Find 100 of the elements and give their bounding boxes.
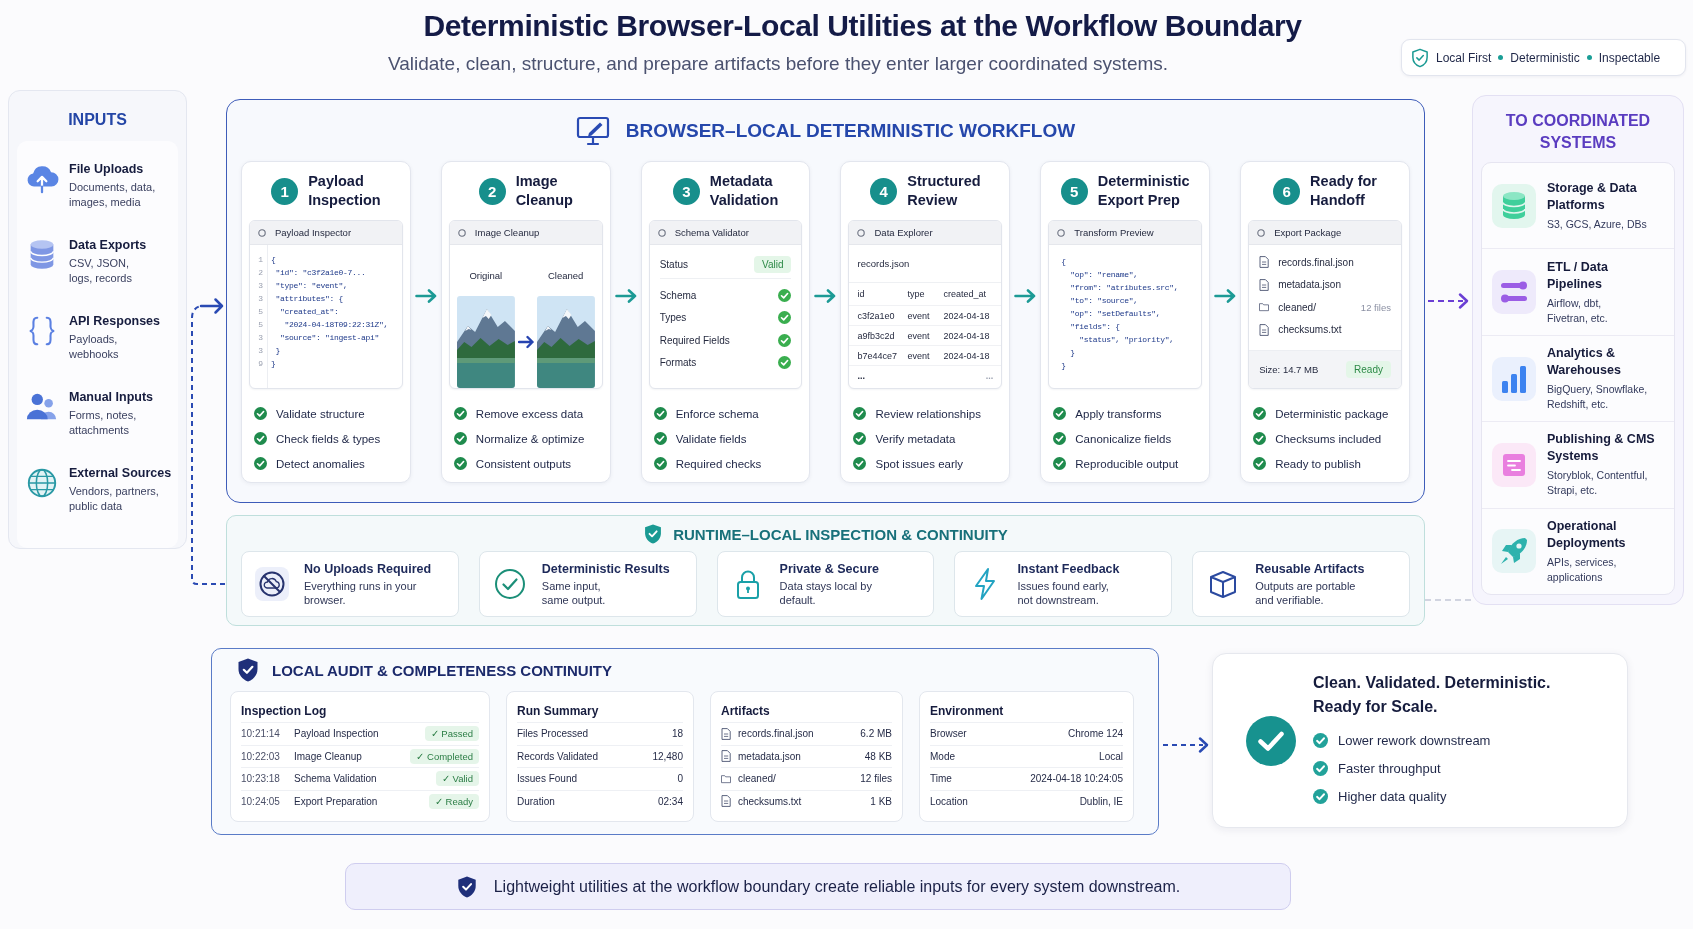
feature-description: Issues found early, not downstream. — [1017, 579, 1110, 607]
feature-title: No Uploads Required — [304, 561, 432, 577]
code-line: "from": "atributes.src", — [1069, 282, 1179, 294]
badge-label: Local First — [1436, 50, 1492, 65]
input-title: File Uploads — [69, 161, 145, 177]
line-number: 9 — [257, 358, 263, 370]
circle-icon — [258, 228, 266, 237]
log-time: 10:22:03 — [241, 750, 281, 762]
column-header: created_at — [943, 289, 986, 299]
dashed-connector — [1425, 599, 1472, 601]
check-icon — [1253, 407, 1267, 420]
circle-icon — [857, 228, 866, 237]
step-title: Structured Review — [907, 172, 981, 210]
step-number: 3 — [672, 177, 700, 205]
metric-value: Dublin, IE — [1079, 795, 1123, 807]
check-item: Checksums included — [1275, 432, 1382, 445]
file-name: records.json — [857, 258, 910, 269]
check-label: Required Fields — [659, 334, 730, 346]
window-title: Schema Validator — [674, 227, 749, 238]
window-title: Image Cleanup — [474, 227, 540, 238]
check-item: Validate fields — [675, 432, 747, 445]
file-name: records.final.json — [1278, 256, 1354, 268]
right-arrow-icon — [814, 289, 837, 303]
separator-dot-icon — [1498, 55, 1504, 60]
code-line: "fields": { — [1069, 321, 1120, 333]
window-title: Payload Inspector — [275, 227, 352, 238]
check-icon — [1313, 732, 1328, 748]
destination-description: BigQuery, Snowflake, Redshift, etc. — [1547, 382, 1648, 412]
step-title: Image Cleanup — [515, 172, 573, 210]
destination-title: Storage & Data Platforms — [1547, 179, 1638, 214]
folder-icon — [721, 772, 731, 785]
shield-check-icon — [236, 657, 260, 683]
feature-title: Instant Feedback — [1017, 561, 1120, 577]
table-cell: b7e44ce7 — [857, 350, 898, 361]
right-arrow-icon — [517, 335, 534, 349]
input-description: Payloads, webhooks — [69, 332, 120, 362]
cloud-upload-icon — [25, 163, 59, 195]
code-line: "op": "rename", — [1069, 269, 1138, 281]
check-item: Check fields & types — [276, 432, 381, 445]
right-arrow-icon — [414, 289, 437, 303]
badge-label: Deterministic — [1510, 50, 1580, 65]
step-number: 5 — [1060, 177, 1088, 205]
destination-description: Airflow, dbt, Fivetran, etc. — [1547, 295, 1608, 326]
line-number: 5 — [257, 306, 263, 318]
file-name: metadata.json — [738, 750, 801, 762]
badge-label: Inspectable — [1598, 50, 1661, 65]
table-cell: event — [907, 350, 930, 361]
file-size: 1 KB — [870, 795, 892, 807]
table-cell: 2024-04-18 — [943, 330, 990, 341]
check-label: Types — [659, 312, 687, 324]
input-title: Manual Inputs — [69, 389, 154, 405]
check-icon — [1313, 760, 1328, 776]
check-icon — [1313, 788, 1328, 804]
metric-label: Duration — [517, 795, 555, 807]
image-label: Cleaned — [548, 269, 584, 282]
input-description: CSV, JSON, logs, records — [69, 256, 133, 286]
check-icon — [1053, 432, 1067, 445]
check-circle-icon — [1246, 715, 1296, 766]
check-item: Ready to publish — [1275, 457, 1361, 470]
panel-heading: INPUTS — [68, 110, 127, 130]
check-item: Canonicalize fields — [1075, 432, 1172, 445]
file-icon — [1259, 323, 1270, 336]
table-cell: event — [907, 310, 930, 321]
metric-value: 2024-04-18 10:24:05 — [1030, 773, 1123, 785]
metric-value: Chrome 124 — [1067, 728, 1123, 740]
code-line: "id": "c3f2a1e0-7... — [274, 267, 366, 279]
card-title: Environment — [930, 703, 1005, 720]
destination-description: Storyblok, Contentful, Strapi, etc. — [1547, 468, 1649, 499]
code-line: } — [1061, 360, 1066, 372]
file-size: 6.2 MB — [860, 728, 892, 740]
column-header: type — [907, 289, 925, 299]
metric-value: 18 — [671, 728, 683, 740]
check-icon — [1253, 432, 1267, 445]
check-item: Consistent outputs — [475, 457, 572, 470]
check-item: Reproducible output — [1075, 457, 1179, 470]
check-icon — [254, 407, 267, 420]
right-arrow-icon — [1014, 289, 1037, 303]
monitor-icon — [575, 115, 610, 146]
status-tag: ✓ Passed — [424, 726, 479, 742]
page-title: Deterministic Browser-Local Utilities at the Workflow Boundary — [423, 8, 1302, 44]
line-number: 3 — [257, 345, 263, 357]
metric-label: Time — [930, 773, 952, 785]
window-title: Data Explorer — [874, 227, 933, 238]
line-number: 1 — [257, 254, 263, 266]
status-tag: Valid — [754, 256, 792, 273]
separator-dot-icon — [1586, 55, 1592, 60]
globe-icon — [25, 467, 59, 499]
metric-value: 0 — [677, 773, 683, 785]
folder-icon — [1259, 301, 1270, 314]
input-description: Forms, notes, attachments — [69, 408, 138, 438]
log-step: Payload Inspection — [294, 728, 379, 740]
destination-title: Publishing & CMS Systems — [1547, 431, 1655, 466]
code-line: } — [274, 345, 280, 357]
check-item: Spot issues early — [875, 457, 964, 470]
check-icon — [853, 457, 867, 470]
dashed-arrow — [1163, 737, 1209, 753]
file-name: records.final.json — [738, 728, 814, 740]
file-name: cleaned/ — [738, 773, 776, 785]
status-tag: ✓ Completed — [410, 748, 479, 764]
no-upload-icon — [255, 567, 289, 601]
